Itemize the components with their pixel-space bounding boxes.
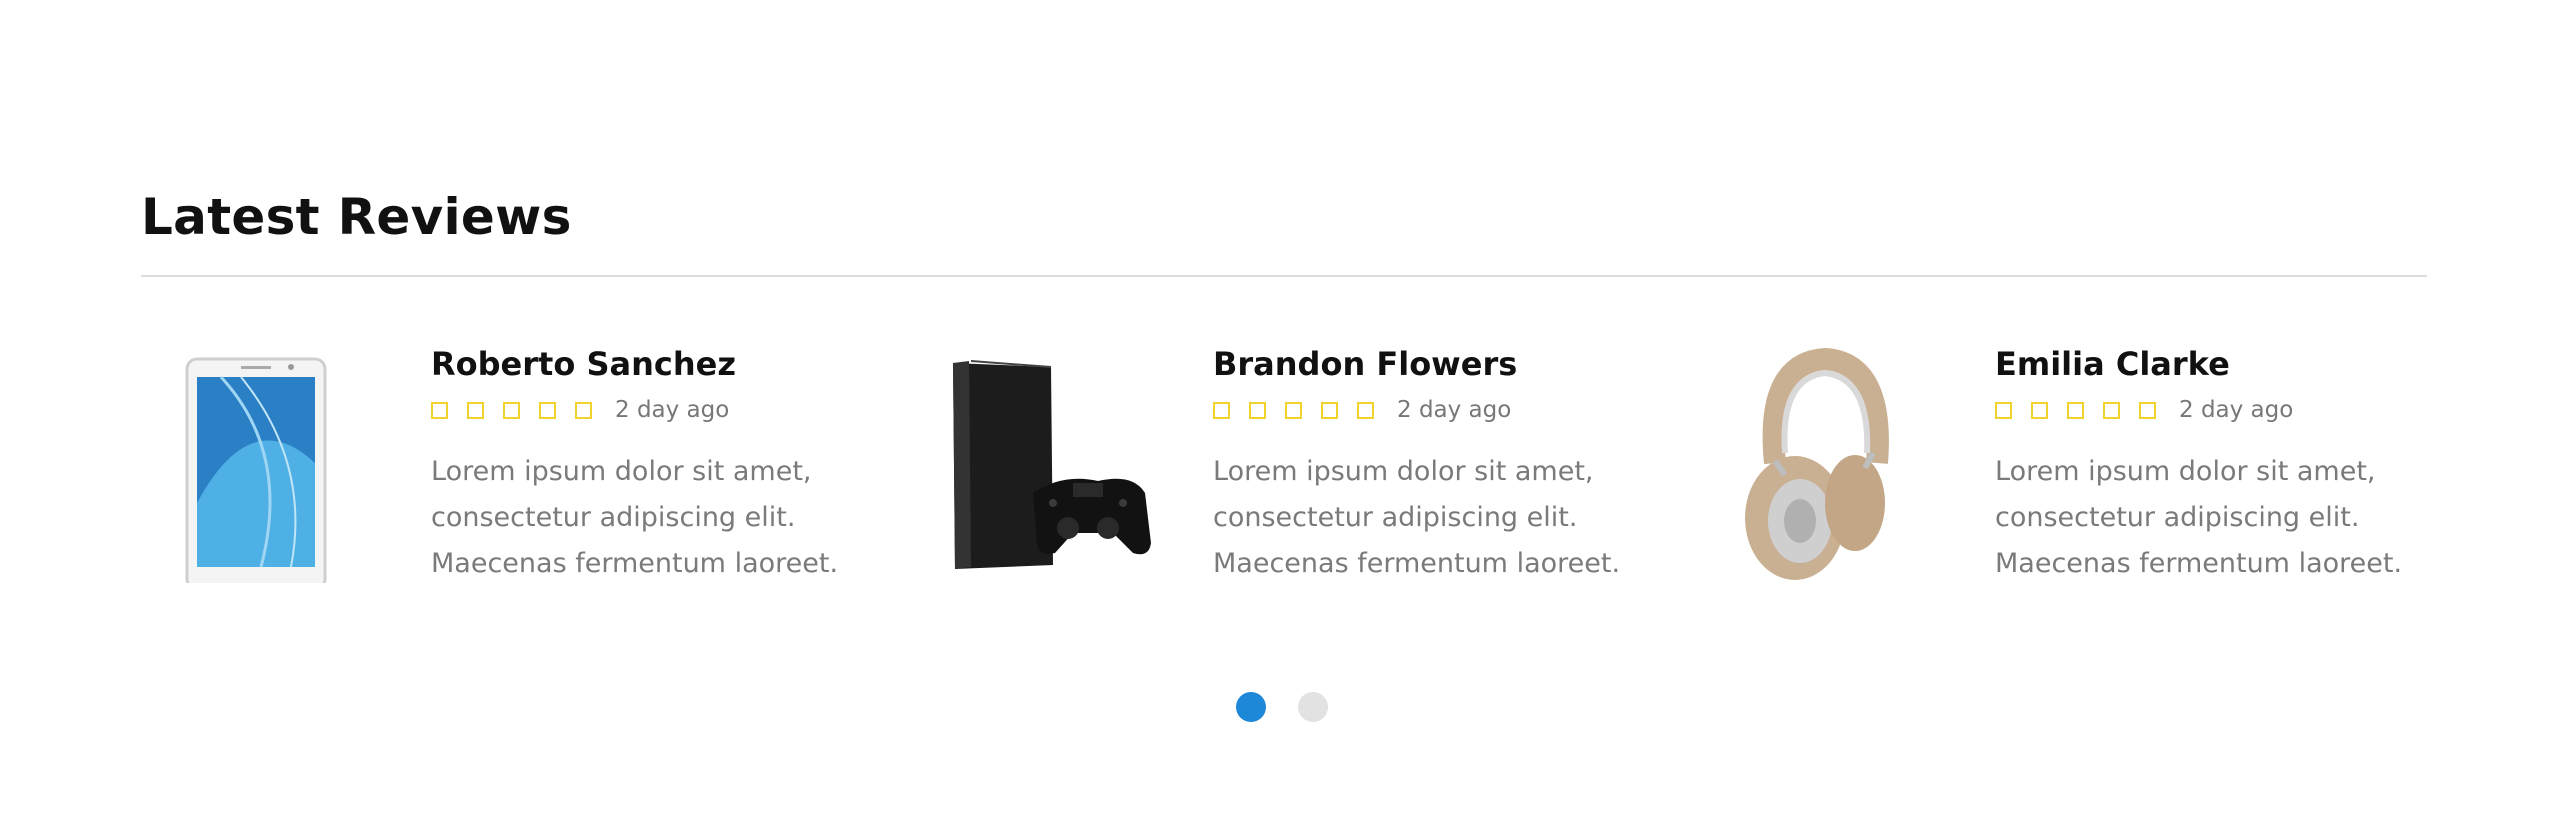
game-console-icon[interactable] <box>923 343 1163 583</box>
star-icon <box>2067 401 2084 419</box>
review-meta: 2 day ago <box>1213 397 1703 423</box>
star-icon <box>503 401 520 419</box>
review-text: Lorem ipsum dolor sit amet, consectetur … <box>431 456 839 579</box>
review-meta: 2 day ago <box>431 397 921 423</box>
review-card[interactable]: Roberto Sanchez 2 day ago Lorem ipsum do… <box>141 343 921 603</box>
star-icon <box>1213 401 1230 419</box>
review-info: Roberto Sanchez 2 day ago Lorem ipsum do… <box>431 343 921 587</box>
star-icon <box>1249 401 1266 419</box>
star-icon <box>2139 401 2156 419</box>
reviewer-name: Roberto Sanchez <box>431 345 736 383</box>
carousel-dot-1[interactable] <box>1236 692 1266 722</box>
star-icon <box>539 401 556 419</box>
review-meta: 2 day ago <box>1995 397 2485 423</box>
section-title: Latest Reviews <box>141 188 572 246</box>
star-icon <box>2031 401 2048 419</box>
tablet-icon[interactable] <box>141 343 381 583</box>
review-info: Emilia Clarke 2 day ago Lorem ipsum dolo… <box>1995 343 2485 587</box>
reviewer-name: Emilia Clarke <box>1995 345 2230 383</box>
review-card[interactable]: Brandon Flowers 2 day ago Lorem ipsum do… <box>923 343 1703 603</box>
star-icon <box>1285 401 1302 419</box>
carousel-dot-2[interactable] <box>1298 692 1328 722</box>
carousel-pagination <box>1236 692 1360 722</box>
review-date: 2 day ago <box>615 397 730 423</box>
review-card[interactable]: Emilia Clarke 2 day ago Lorem ipsum dolo… <box>1705 343 2485 603</box>
latest-reviews-section: Latest Reviews Roberto Sanchez 2 day ago… <box>141 187 2427 583</box>
review-info: Brandon Flowers 2 day ago Lorem ipsum do… <box>1213 343 1703 587</box>
review-text: Lorem ipsum dolor sit amet, consectetur … <box>1213 456 1621 579</box>
review-date: 2 day ago <box>1397 397 1512 423</box>
star-icon <box>1321 401 1338 419</box>
review-date: 2 day ago <box>2179 397 2294 423</box>
star-icon <box>1995 401 2012 419</box>
star-icon <box>431 401 448 419</box>
section-divider <box>141 275 2427 277</box>
star-icon <box>1357 401 1374 419</box>
star-icon <box>2103 401 2120 419</box>
star-icon <box>575 401 592 419</box>
star-icon <box>467 401 484 419</box>
headphones-icon[interactable] <box>1705 343 1945 583</box>
review-text: Lorem ipsum dolor sit amet, consectetur … <box>1995 456 2403 579</box>
reviewer-name: Brandon Flowers <box>1213 345 1518 383</box>
